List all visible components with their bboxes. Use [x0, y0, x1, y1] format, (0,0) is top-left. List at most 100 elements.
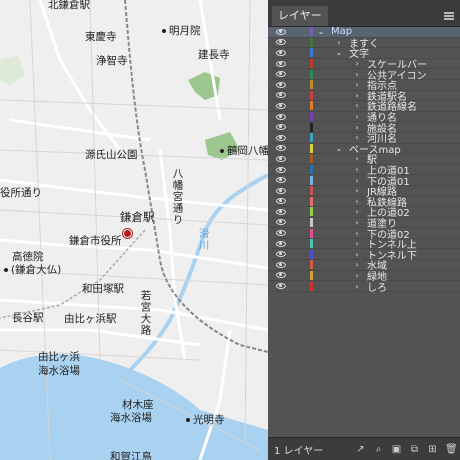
- visibility-eye-icon[interactable]: [276, 39, 286, 46]
- visibility-eye-icon[interactable]: [276, 124, 286, 131]
- label-meigetsuin: 明月院: [162, 26, 201, 37]
- layer-row[interactable]: › トンネル下: [268, 249, 460, 262]
- map-canvas[interactable]: 北鎌倉駅 東慶寺 明月院 浄智寺 建長寺 源氏山公園 鶴岡八幡 八幡宮通り 役所…: [0, 0, 268, 460]
- layer-row[interactable]: ⌄ 文字: [268, 48, 460, 60]
- chevron-right-icon[interactable]: ›: [353, 154, 361, 163]
- layer-row[interactable]: › JR線路: [268, 186, 460, 198]
- poi-dot-icon: [162, 29, 166, 33]
- visibility-eye-icon[interactable]: [276, 219, 286, 226]
- locate-icon[interactable]: ⌕: [373, 444, 384, 455]
- chevron-right-icon[interactable]: ›: [353, 260, 361, 269]
- layer-row[interactable]: › 上の道01: [268, 165, 460, 177]
- visibility-eye-icon[interactable]: [276, 272, 286, 279]
- chevron-down-icon[interactable]: ⌄: [317, 27, 325, 36]
- layer-color-swatch: [310, 260, 313, 270]
- chevron-right-icon[interactable]: ›: [353, 207, 361, 216]
- layer-row[interactable]: › 公共アイコン: [268, 69, 460, 82]
- label-city-hall: 鎌倉市役所: [69, 235, 122, 247]
- label-yuigahama-station: 由比ヶ浜駅: [64, 313, 117, 325]
- layer-row[interactable]: › 上の道02: [268, 207, 460, 219]
- layer-row[interactable]: › 緑地: [268, 270, 460, 283]
- chevron-right-icon[interactable]: ›: [353, 101, 361, 110]
- layer-color-swatch: [310, 37, 313, 47]
- layer-color-swatch: [310, 80, 313, 90]
- chevron-right-icon[interactable]: ›: [353, 91, 361, 100]
- poi-dot-icon: [220, 149, 224, 153]
- chevron-down-icon[interactable]: ⌄: [335, 144, 343, 153]
- layer-row[interactable]: › 水域: [268, 260, 460, 272]
- chevron-right-icon[interactable]: ›: [353, 250, 361, 259]
- layer-row[interactable]: › 駅: [268, 154, 460, 166]
- visibility-eye-icon[interactable]: [276, 283, 286, 290]
- layer-row[interactable]: › 下の道01: [268, 175, 460, 188]
- clipping-mask-icon[interactable]: ▣: [391, 444, 402, 455]
- chevron-right-icon[interactable]: ›: [335, 38, 343, 47]
- layer-row[interactable]: › トンネル上: [268, 239, 460, 251]
- trash-icon[interactable]: 🗑: [445, 444, 458, 455]
- layer-row[interactable]: › 鉄道路線名: [268, 101, 460, 113]
- visibility-eye-icon[interactable]: [276, 251, 286, 258]
- chevron-right-icon[interactable]: ›: [353, 112, 361, 121]
- chevron-right-icon[interactable]: ›: [353, 186, 361, 195]
- chevron-right-icon[interactable]: ›: [353, 70, 361, 79]
- panel-header: レイヤー: [268, 0, 460, 27]
- layer-color-swatch: [310, 154, 313, 164]
- poi-dot-icon: [186, 418, 190, 422]
- layer-row[interactable]: › 私鉄線路: [268, 196, 460, 209]
- layer-color-swatch: [310, 122, 313, 132]
- visibility-eye-icon[interactable]: [276, 261, 286, 268]
- layer-list: ⌄ Map › ますく ⌄ 文字 › スケールバー › 公共アイコン › 指示点 › 鉄道駅名 › 鉄道路線名…: [268, 26, 460, 294]
- layer-row[interactable]: › 指示点: [268, 80, 460, 92]
- layer-row[interactable]: › 通り名: [268, 112, 460, 124]
- layer-name: しろ: [367, 282, 387, 294]
- visibility-eye-icon[interactable]: [276, 198, 286, 205]
- layer-row[interactable]: ⌄ ベースmap: [268, 143, 460, 156]
- new-layer-icon[interactable]: ⊞: [427, 444, 438, 455]
- visibility-eye-icon[interactable]: [276, 166, 286, 173]
- label-hachiman-dori: 八幡宮通り: [171, 168, 184, 226]
- chevron-right-icon[interactable]: ›: [353, 229, 361, 238]
- visibility-eye-icon[interactable]: [276, 177, 286, 184]
- visibility-eye-icon[interactable]: [276, 230, 286, 237]
- visibility-eye-icon[interactable]: [276, 92, 286, 99]
- layer-color-swatch: [310, 48, 313, 58]
- visibility-eye-icon[interactable]: [276, 113, 286, 120]
- panel-menu-icon[interactable]: [444, 12, 454, 20]
- layer-color-swatch: [310, 196, 313, 206]
- visibility-eye-icon[interactable]: [276, 208, 286, 215]
- layer-row[interactable]: › 下の道02: [268, 228, 460, 241]
- visibility-eye-icon[interactable]: [276, 102, 286, 109]
- chevron-right-icon[interactable]: ›: [353, 218, 361, 227]
- visibility-eye-icon[interactable]: [276, 134, 286, 141]
- tab-layers[interactable]: レイヤー: [272, 6, 328, 26]
- layer-color-swatch: [310, 133, 313, 143]
- chevron-right-icon[interactable]: ›: [353, 176, 361, 185]
- layer-row[interactable]: › しろ: [268, 281, 460, 294]
- visibility-eye-icon[interactable]: [276, 71, 286, 78]
- visibility-eye-icon[interactable]: [276, 28, 286, 35]
- chevron-right-icon[interactable]: ›: [353, 271, 361, 280]
- visibility-eye-icon[interactable]: [276, 60, 286, 67]
- label-kenchoji: 建長寺: [198, 49, 230, 61]
- layer-row[interactable]: › スケールバー: [268, 59, 460, 71]
- chevron-right-icon[interactable]: ›: [353, 239, 361, 248]
- layer-row[interactable]: › 施設名: [268, 122, 460, 135]
- visibility-eye-icon[interactable]: [276, 49, 286, 56]
- visibility-eye-icon[interactable]: [276, 81, 286, 88]
- chevron-right-icon[interactable]: ›: [353, 123, 361, 132]
- chevron-right-icon[interactable]: ›: [353, 59, 361, 68]
- chevron-right-icon[interactable]: ›: [353, 80, 361, 89]
- visibility-eye-icon[interactable]: [276, 155, 286, 162]
- layer-row[interactable]: › 道塗り: [268, 217, 460, 230]
- label-kitakamakura: 北鎌倉駅: [48, 0, 90, 11]
- chevron-right-icon[interactable]: ›: [353, 197, 361, 206]
- chevron-right-icon[interactable]: ›: [353, 165, 361, 174]
- layer-row[interactable]: › 鉄道駅名: [268, 90, 460, 103]
- new-sublayer-icon[interactable]: ⧉: [409, 444, 420, 455]
- visibility-eye-icon[interactable]: [276, 145, 286, 152]
- export-icon[interactable]: ↗: [355, 444, 366, 455]
- chevron-right-icon[interactable]: ›: [353, 282, 361, 291]
- chevron-down-icon[interactable]: ⌄: [335, 48, 343, 57]
- visibility-eye-icon[interactable]: [276, 187, 286, 194]
- visibility-eye-icon[interactable]: [276, 240, 286, 247]
